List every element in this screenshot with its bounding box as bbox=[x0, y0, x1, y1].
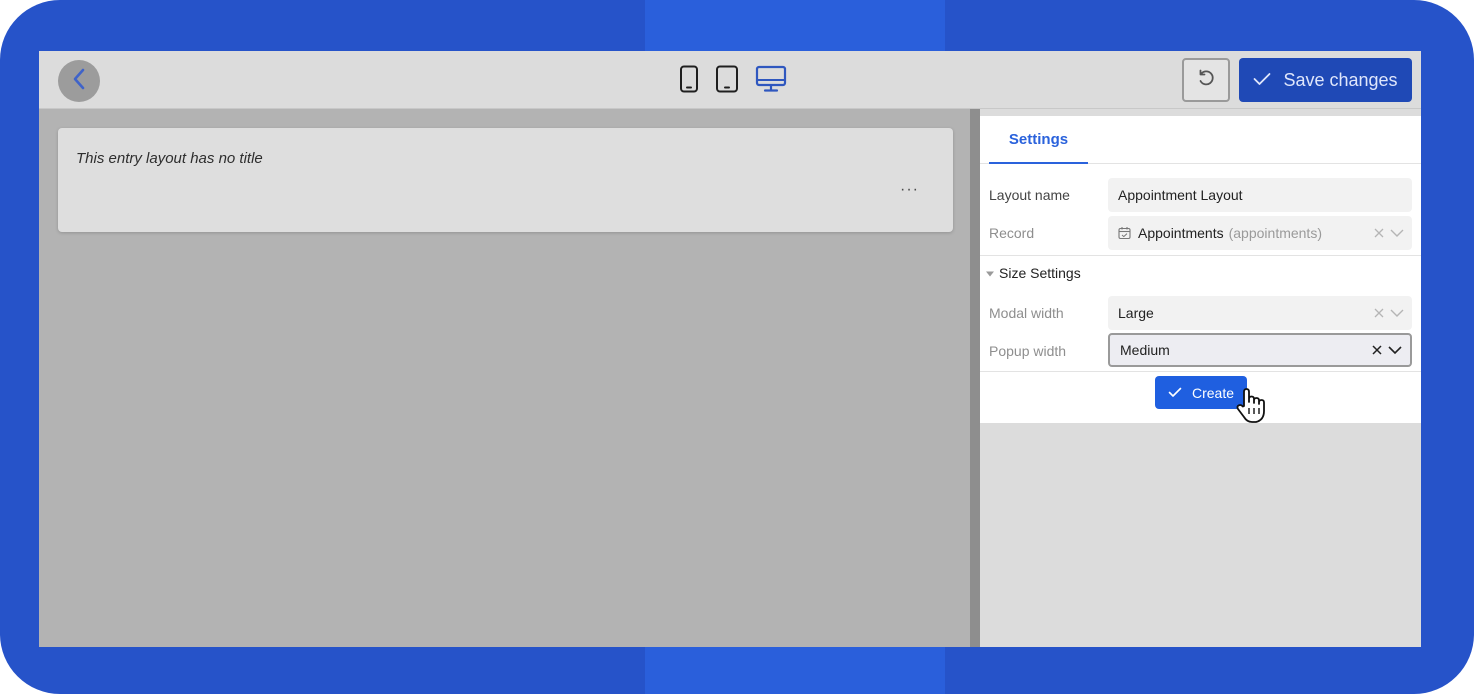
modal-width-controls bbox=[1374, 296, 1404, 330]
record-label: Record bbox=[989, 225, 1035, 241]
layout-name-label: Layout name bbox=[989, 187, 1070, 203]
popup-width-row: Popup width Medium bbox=[980, 333, 1421, 367]
tablet-view-button[interactable] bbox=[715, 65, 739, 98]
tab-settings[interactable]: Settings bbox=[989, 116, 1088, 164]
save-changes-label: Save changes bbox=[1283, 69, 1398, 90]
app-screen: Save changes This entry layout has no ti… bbox=[39, 51, 1421, 647]
section-divider bbox=[980, 255, 1421, 256]
record-value: Appointments bbox=[1138, 225, 1224, 241]
entry-title-placeholder: This entry layout has no title bbox=[76, 150, 263, 167]
record-select[interactable]: Appointments (appointments) bbox=[1108, 216, 1412, 250]
create-label: Create bbox=[1191, 384, 1235, 401]
modal-width-label: Modal width bbox=[989, 305, 1064, 321]
chevron-down-icon[interactable] bbox=[1390, 305, 1404, 321]
check-icon bbox=[1253, 70, 1271, 91]
clear-icon[interactable] bbox=[1372, 342, 1382, 358]
modal-width-select[interactable]: Large bbox=[1108, 296, 1412, 330]
chevron-down-icon[interactable] bbox=[1388, 342, 1402, 358]
chevron-down-icon[interactable] bbox=[1390, 225, 1404, 241]
popup-width-select[interactable]: Medium bbox=[1108, 333, 1412, 367]
back-button[interactable] bbox=[58, 60, 100, 102]
save-changes-button[interactable]: Save changes bbox=[1239, 58, 1412, 102]
clear-icon[interactable] bbox=[1374, 225, 1384, 241]
popup-width-controls bbox=[1372, 335, 1402, 365]
top-toolbar: Save changes bbox=[39, 51, 1421, 109]
panel-resize-handle[interactable] bbox=[970, 109, 980, 647]
popup-width-value: Medium bbox=[1120, 342, 1170, 358]
check-icon bbox=[1168, 385, 1182, 401]
layout-name-value: Appointment Layout bbox=[1118, 187, 1243, 203]
desktop-icon bbox=[755, 65, 787, 98]
modal-width-row: Modal width Large bbox=[980, 296, 1421, 330]
undo-button[interactable] bbox=[1182, 58, 1230, 102]
popup-width-label: Popup width bbox=[989, 343, 1067, 359]
record-controls bbox=[1374, 216, 1404, 250]
calendar-icon bbox=[1118, 226, 1131, 240]
panel-tabs: Settings bbox=[980, 116, 1421, 164]
phone-icon bbox=[679, 65, 699, 98]
record-row: Record Appointments (appointments) bbox=[980, 216, 1421, 250]
layout-name-row: Layout name Appointment Layout bbox=[980, 178, 1421, 212]
settings-panel: Settings Layout name Appointment Layout … bbox=[980, 109, 1421, 647]
hand-pointer-cursor-icon bbox=[1232, 384, 1272, 431]
clear-icon[interactable] bbox=[1374, 305, 1384, 321]
layout-name-field[interactable]: Appointment Layout bbox=[1108, 178, 1412, 212]
entry-layout-card[interactable]: This entry layout has no title ··· bbox=[58, 128, 953, 232]
mobile-view-button[interactable] bbox=[679, 65, 699, 98]
size-settings-title: Size Settings bbox=[999, 265, 1081, 281]
undo-icon bbox=[1196, 68, 1216, 93]
outer-frame: Save changes This entry layout has no ti… bbox=[0, 0, 1474, 694]
size-settings-toggle[interactable]: Size Settings bbox=[985, 265, 1081, 281]
section-divider bbox=[980, 371, 1421, 372]
caret-down-icon bbox=[985, 265, 995, 281]
modal-width-value: Large bbox=[1118, 305, 1154, 321]
tablet-icon bbox=[715, 65, 739, 98]
settings-form: Settings Layout name Appointment Layout … bbox=[980, 116, 1421, 423]
chevron-left-icon bbox=[72, 68, 86, 95]
record-hint: (appointments) bbox=[1228, 225, 1322, 241]
device-switcher bbox=[679, 65, 787, 97]
more-options-button[interactable]: ··· bbox=[900, 182, 919, 198]
desktop-view-button[interactable] bbox=[755, 65, 787, 98]
